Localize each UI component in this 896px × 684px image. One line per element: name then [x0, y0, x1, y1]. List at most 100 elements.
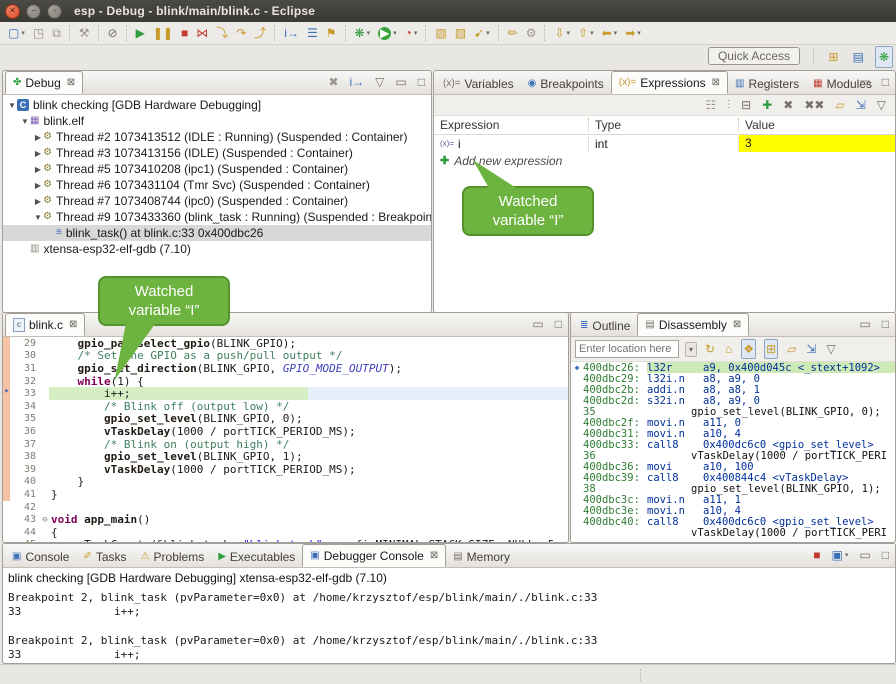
column-header-type[interactable]: Type — [589, 118, 739, 132]
tab-expressions[interactable]: (x)=Expressions⊠ — [611, 71, 728, 94]
debug-tree-item[interactable]: ≡blink_task() at blink.c:33 0x400dbc26 — [3, 225, 431, 241]
pin-editor-button[interactable]: ⇩▾ — [551, 24, 573, 42]
close-tab-icon[interactable]: ⊠ — [69, 319, 77, 330]
dropdown-arrow-icon[interactable]: ▾ — [486, 29, 490, 37]
column-header-expression[interactable]: Expression — [434, 118, 589, 132]
tab-tasks[interactable]: ✐Tasks — [76, 546, 133, 567]
dropdown-arrow-icon[interactable]: ▾ — [393, 29, 397, 37]
disassembly-line[interactable]: 400dbc33:call80x400dc6c0 <gpio_set_level… — [571, 439, 895, 450]
window-minimize-button[interactable]: − — [26, 4, 41, 19]
close-tab-icon[interactable]: ⊠ — [733, 319, 741, 330]
disconnect-button[interactable]: ⋈ — [193, 24, 211, 42]
minimize-button[interactable]: ▭ — [858, 315, 871, 333]
maximize-button[interactable]: □ — [881, 315, 890, 333]
tab-disassembly[interactable]: ▤Disassembly⊠ — [637, 313, 749, 336]
dropdown-arrow-icon[interactable]: ▾ — [414, 29, 418, 37]
maximize-button[interactable]: □ — [881, 546, 890, 564]
console-output[interactable]: Breakpoint 2, blink_task (pvParameter=0x… — [8, 591, 895, 662]
disassembly-line[interactable]: ◆400dbc26:l32ra9, 0x400d045c <_stext+109… — [571, 362, 895, 373]
format-button[interactable]: ✏ — [505, 24, 521, 42]
debug-tree-item[interactable]: ▼▦blink.elf — [3, 113, 431, 129]
disassembly-line[interactable]: 400dbc39:call80x400844c4 <vTaskDelay> — [571, 472, 895, 483]
maximize-button[interactable]: □ — [881, 73, 890, 91]
disassembly-line[interactable]: 400dbc3c:movi.na11, 1 — [571, 494, 895, 505]
debug-tree-item[interactable]: ▼Cblink checking [GDB Hardware Debugging… — [3, 97, 431, 113]
coverage-button[interactable]: ◔▾ — [402, 24, 421, 42]
dropdown-arrow-icon[interactable]: ▾ — [21, 29, 25, 37]
terminate-button[interactable]: ■ — [178, 24, 191, 42]
tree-expander-icon[interactable]: ▼ — [20, 117, 30, 126]
tab-debug[interactable]: ✤Debug⊠ — [5, 71, 83, 94]
dropdown-arrow-icon[interactable]: ▾ — [367, 29, 371, 37]
code-line[interactable]: 31 gpio_set_direction(BLINK_GPIO, GPIO_M… — [3, 362, 568, 375]
minimize-button[interactable]: ▭ — [858, 73, 871, 91]
remove-expression-button[interactable]: ✖ — [783, 96, 793, 114]
home-button[interactable]: ⌂ — [724, 340, 733, 358]
new-button[interactable]: ▢▾ — [5, 24, 28, 42]
disassembly-line[interactable]: 400dbc40:call80x400dc6c0 <gpio_set_level… — [571, 516, 895, 527]
code-line[interactable]: 43⊖void app_main() — [3, 513, 568, 526]
terminate-console-button[interactable]: ■ — [812, 546, 821, 564]
location-dropdown-icon[interactable]: ▾ — [685, 342, 697, 357]
debug-tree-item[interactable]: ▶⚙Thread #3 1073413156 (IDLE) (Suspended… — [3, 145, 431, 161]
step-into-button[interactable]: ⤵ — [213, 24, 231, 42]
show-type-names-button[interactable]: ☷ — [705, 96, 716, 114]
debug-perspective-button[interactable]: ❋ — [875, 46, 893, 68]
tree-expander-icon[interactable]: ▼ — [7, 101, 17, 110]
code-line[interactable]: 37 /* Blink on (output high) */ — [3, 438, 568, 451]
close-tab-icon[interactable]: ⊠ — [67, 77, 75, 88]
maximize-button[interactable]: □ — [554, 315, 563, 333]
view-menu-button[interactable]: ▽ — [877, 96, 886, 114]
new-view-button[interactable]: ▱ — [835, 96, 844, 114]
export-button[interactable]: ⇲ — [805, 340, 817, 358]
tab-variables[interactable]: (x)=Variables — [436, 73, 521, 94]
disassembly-line[interactable]: 400dbc29:l32i.na8, a9, 0 — [571, 373, 895, 384]
back-button[interactable]: ⬅▾ — [599, 24, 621, 42]
code-line[interactable]: 35 gpio_set_level(BLINK_GPIO, 0); — [3, 413, 568, 426]
forward-button[interactable]: ➡▾ — [622, 24, 644, 42]
step-return-button[interactable]: ⤴ — [251, 24, 269, 42]
refresh-button[interactable]: ↻ — [704, 340, 716, 358]
dropdown-arrow-icon[interactable]: ▾ — [590, 29, 594, 37]
debug-tree-item[interactable]: ▥xtensa-esp32-elf-gdb (7.10) — [3, 241, 431, 257]
remove-all-terminated-button[interactable]: ✖ — [327, 73, 339, 91]
collapse-all-button[interactable]: ⊟ — [741, 96, 751, 114]
remove-all-expressions-button[interactable]: ✖✖ — [804, 96, 824, 114]
code-line[interactable]: 44{ — [3, 526, 568, 539]
code-line[interactable]: 41} — [3, 488, 568, 501]
step-over-button[interactable]: ↷ — [233, 24, 249, 42]
show-logical-structure-button[interactable]: ⫶ — [727, 96, 730, 114]
sync-selection-button[interactable]: ❖ — [741, 339, 756, 359]
disassembly-line[interactable]: 400dbc2b:addi.na8, a8, 1 — [571, 384, 895, 395]
location-input[interactable] — [575, 340, 679, 358]
c-cpp-perspective-button[interactable]: ▤ — [850, 47, 867, 67]
resume-button[interactable]: ▶ — [133, 24, 148, 42]
instruction-stepping-mode-button[interactable]: i→ — [349, 73, 366, 91]
debug-tree-item[interactable]: ▶⚙Thread #2 1073413512 (IDLE : Running) … — [3, 129, 431, 145]
disassembly-line[interactable]: 400dbc2f:movi.na11, 0 — [571, 417, 895, 428]
external-tools-button[interactable]: ⚙ — [523, 24, 540, 42]
code-line[interactable]: 32 while(1) { — [3, 375, 568, 388]
instruction-stepping-button[interactable]: i→ — [281, 24, 302, 42]
display-selected-console-button[interactable]: ▣▾ — [831, 546, 850, 564]
tree-expander-icon[interactable]: ▶ — [33, 181, 43, 190]
disassembly-line[interactable]: 35gpio_set_level(BLINK_GPIO, 0); — [571, 406, 895, 417]
view-menu-button[interactable]: ▽ — [374, 73, 385, 91]
code-line[interactable]: 39 vTaskDelay(1000 / portTICK_PERIOD_MS)… — [3, 463, 568, 476]
run-button[interactable]: ▶▾ — [375, 24, 400, 42]
window-close-button[interactable]: ✕ — [5, 4, 20, 19]
quick-access-button[interactable]: Quick Access — [708, 47, 800, 65]
disassembly-line[interactable]: 400dbc3e:movi.na10, 4 — [571, 505, 895, 516]
build-button[interactable]: ⚒ — [76, 24, 93, 42]
code-editor[interactable]: 29 gpio_pad_select_gpio(BLINK_GPIO);30 /… — [3, 337, 568, 543]
view-menu-button[interactable]: ▽ — [825, 340, 836, 358]
tree-expander-icon[interactable]: ▶ — [33, 165, 43, 174]
trace-button[interactable]: ⚑ — [323, 24, 340, 42]
tab-registers[interactable]: ▥Registers — [728, 73, 806, 94]
show-source-button[interactable]: ⊞ — [764, 339, 778, 359]
save-button[interactable]: ◳ — [30, 24, 47, 42]
minimize-button[interactable]: ▭ — [394, 73, 407, 91]
close-tab-icon[interactable]: ⊠ — [712, 77, 720, 88]
save-all-button[interactable]: ⧉ — [49, 24, 64, 42]
disassembly-line[interactable]: 36vTaskDelay(1000 / portTICK_PERI — [571, 450, 895, 461]
